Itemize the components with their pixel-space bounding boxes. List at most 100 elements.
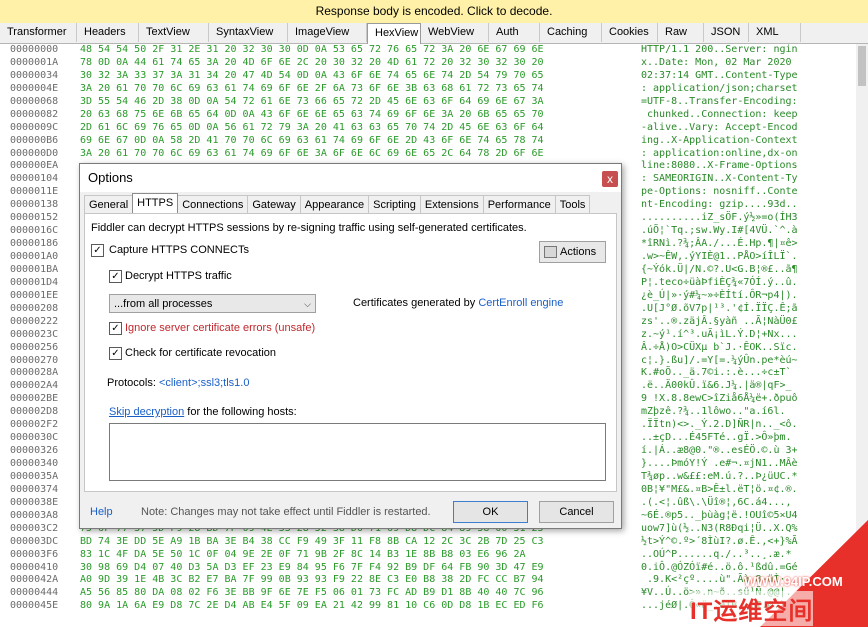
hex-ascii[interactable]: c¦.}.ßu]/.=Y[=.¼ýÛn.pe*èú~ — [641, 355, 798, 368]
hex-ascii[interactable]: -alive..Vary: Accept-Encod — [641, 122, 798, 135]
close-icon[interactable]: x — [602, 171, 618, 187]
tab-syntaxview[interactable]: SyntaxView — [209, 23, 288, 42]
scroll-thumb[interactable] — [858, 46, 866, 86]
hex-ascii[interactable]: : application:online,dx-on — [641, 148, 798, 161]
hex-ascii[interactable]: : application/json;charset — [641, 83, 798, 96]
hex-ascii[interactable]: ing..X-Application-Context — [641, 135, 798, 148]
hex-ascii[interactable]: í.|Á..æ8@0."®..esÉÖ.©.ù 3+ — [641, 445, 798, 458]
hex-ascii[interactable]: ¿è_Ú|»·ý#¼~»÷ÈÍtí.ÔR¬p4|). — [641, 290, 798, 303]
check-revocation-checkbox[interactable]: ✓ — [109, 347, 122, 360]
tab-textview[interactable]: TextView — [139, 23, 209, 42]
ok-button[interactable]: OK — [453, 501, 528, 523]
hex-row[interactable]: 00000034 30 32 3A 33 37 3A 31 34 20 47 4D… — [0, 70, 856, 83]
hex-row[interactable]: 000000B6 69 6E 67 0D 0A 58 2D 41 70 70 6C… — [0, 135, 856, 148]
hex-row[interactable]: 0000042A A0 9D 39 1E 4B 3C B2 E7 BA 7F 99… — [0, 574, 856, 587]
hex-row[interactable]: 0000009C 2D 61 6C 69 76 65 0D 0A 56 61 72… — [0, 122, 856, 135]
hex-ascii[interactable]: z.~ý¹.í^³.uÃ¡ìL.Ý.D¦+Nx... — [641, 329, 798, 342]
hex-row[interactable]: 00000068 3D 55 54 46 2D 38 0D 0A 54 72 61… — [0, 96, 856, 109]
hex-ascii[interactable]: *îRNì.?¾;ÂA./...É.Hp.¶|¤ê> — [641, 238, 798, 251]
tab-xml[interactable]: XML — [749, 23, 801, 42]
hex-bytes[interactable]: A0 9D 39 1E 4B 3C B2 E7 BA 7F 99 0B 93 9… — [80, 574, 544, 587]
tab-headers[interactable]: Headers — [77, 23, 139, 42]
hex-ascii[interactable]: .úÕ¦`Tq.;sw.Wy.I#[4VÜ.`^.à — [641, 225, 798, 238]
hex-row[interactable]: 0000004E 3A 20 61 70 70 6C 69 63 61 74 69… — [0, 83, 856, 96]
hex-ascii[interactable]: 02:37:14 GMT..Content-Type — [641, 70, 798, 83]
hex-ascii[interactable]: =UTF-8..Transfer-Encoding: — [641, 96, 798, 109]
hex-bytes[interactable]: 48 54 54 50 2F 31 2E 31 20 32 30 30 0D 0… — [80, 44, 544, 57]
hex-ascii[interactable]: ..........iZ_sÖF.ý½»=o(ÍH3 — [641, 212, 798, 225]
tab-imageview[interactable]: ImageView — [288, 23, 367, 42]
ignore-cert-errors-label[interactable]: Ignore server certificate errors (unsafe… — [125, 322, 315, 334]
hex-row[interactable]: 00000000 48 54 54 50 2F 31 2E 31 20 32 30… — [0, 44, 856, 57]
hex-ascii[interactable]: pe-Options: nosniff..Conte — [641, 186, 798, 199]
hex-ascii[interactable]: ..±çD...É45FTé..gÏ.>Ô»þm. — [641, 432, 792, 445]
dialog-titlebar[interactable]: Options x — [80, 164, 621, 192]
hex-ascii[interactable]: Â.÷Å)O>CÜXµ b`J.·ÊOK..Sïc. — [641, 342, 798, 355]
hex-ascii[interactable]: .U[J°Ø.õV7p|¹³.'¢Í.ÏÏÇ.Ê;ã — [641, 303, 798, 316]
options-tab-general[interactable]: General — [84, 195, 134, 213]
hex-row[interactable]: 0000001A 78 0D 0A 44 61 74 65 3A 20 4D 6F… — [0, 57, 856, 70]
process-filter-select[interactable]: ...from all processes ⌵ — [109, 294, 316, 313]
capture-connects-checkbox[interactable]: ✓ — [91, 244, 104, 257]
hex-row[interactable]: 00000082 20 63 68 75 6E 6B 65 64 0D 0A 43… — [0, 109, 856, 122]
options-tab-gateway[interactable]: Gateway — [247, 195, 301, 213]
hex-bytes[interactable]: 3D 55 54 46 2D 38 0D 0A 54 72 61 6E 73 6… — [80, 96, 544, 109]
actions-button[interactable]: Actions — [539, 241, 606, 263]
hex-ascii[interactable]: .(.<¦.ûß\.\Üî®¦,6C.á4..., — [641, 497, 792, 510]
ignore-cert-errors-checkbox[interactable]: ✓ — [109, 322, 122, 335]
options-tab-https[interactable]: HTTPS — [132, 193, 179, 213]
hex-ascii[interactable]: T¾øp..w&££:eM.ú.?..Þ¿üUC.* — [641, 471, 798, 484]
hex-row[interactable]: 00000410 30 98 69 D4 07 40 D3 5A D3 EF 23… — [0, 562, 856, 575]
hex-ascii[interactable]: 9 !X.8.8ewC>îZiå6Å¼ë+.ðpuô — [641, 393, 798, 406]
hex-bytes[interactable]: 69 6E 67 0D 0A 58 2D 41 70 70 6C 69 63 6… — [80, 135, 544, 148]
hex-bytes[interactable]: 30 98 69 D4 07 40 D3 5A D3 EF 23 E9 84 9… — [80, 562, 544, 575]
tab-hexview[interactable]: HexView — [367, 23, 421, 44]
tab-caching[interactable]: Caching — [540, 23, 602, 42]
capture-connects-label[interactable]: Capture HTTPS CONNECTs — [109, 244, 249, 256]
options-tab-connections[interactable]: Connections — [177, 195, 249, 213]
hex-ascii[interactable]: mZþzê.?¾..1lôwo.."a.í6l. — [641, 406, 786, 419]
hex-ascii[interactable]: {~Ýók.Ü|/N.©?.U<G.B¦®£..ã¶ — [641, 264, 798, 277]
hex-row[interactable]: 000003F6 83 1C 4F DA 5E 50 1C 0F 04 9E 2E… — [0, 549, 856, 562]
hex-ascii[interactable]: nt-Encoding: gzip....93d.. — [641, 199, 798, 212]
hex-ascii[interactable]: : SAMEORIGIN..X-Content-Ty — [641, 173, 798, 186]
hex-ascii[interactable]: .ÏÏtn)<>._Ý.2.D]ÑR|n.._<ô. — [641, 419, 798, 432]
options-tab-appearance[interactable]: Appearance — [299, 195, 370, 213]
skip-hosts-textarea[interactable] — [109, 423, 606, 481]
help-link[interactable]: Help — [90, 506, 113, 518]
cancel-button[interactable]: Cancel — [539, 501, 614, 523]
hex-ascii[interactable]: 0B¦¥"M£&.¤B>Ê±l.ëT¦ö.¤¢.®. — [641, 484, 798, 497]
hex-bytes[interactable]: 78 0D 0A 44 61 74 65 3A 20 4D 6F 6E 2C 2… — [80, 57, 544, 70]
hex-ascii[interactable]: line:8080..X-Frame-Options — [641, 160, 798, 173]
options-tab-extensions[interactable]: Extensions — [419, 195, 484, 213]
tab-raw[interactable]: Raw — [658, 23, 704, 42]
hex-ascii[interactable]: K.#oÕ.._ä.7©i.:.è...÷c±T` — [641, 367, 792, 380]
tab-json[interactable]: JSON — [704, 23, 749, 42]
hex-bytes[interactable]: 80 9A 1A 6A E9 D8 7C 2E D4 AB E4 5F 09 E… — [80, 600, 544, 613]
options-tab-scripting[interactable]: Scripting — [368, 195, 421, 213]
hex-bytes[interactable]: A5 56 85 80 DA 08 02 F6 3E BB 9F 6E 7E F… — [80, 587, 544, 600]
hex-ascii[interactable]: P¦.teco÷üàÞfiÈÇ¾«7ÓÍ.ý..û. — [641, 277, 798, 290]
hex-bytes[interactable]: 3A 20 61 70 70 6C 69 63 61 74 69 6F 6E 2… — [80, 83, 544, 96]
hex-bytes[interactable]: 83 1C 4F DA 5E 50 1C 0F 04 9E 2E 0F 71 9… — [80, 549, 526, 562]
hex-bytes[interactable]: BD 74 3E DD 5E A9 1B BA 3E B4 38 CC F9 4… — [80, 536, 544, 549]
check-revocation-label[interactable]: Check for certificate revocation — [125, 347, 276, 359]
tab-cookies[interactable]: Cookies — [602, 23, 658, 42]
hex-bytes[interactable]: 20 63 68 75 6E 6B 65 64 0D 0A 43 6F 6E 6… — [80, 109, 544, 122]
hex-ascii[interactable]: .w>~ÊW,.ýYIÈ@1..PÅO>íÎLÏ`. — [641, 251, 798, 264]
hex-ascii[interactable]: zs'..®.zäjÂ.§yàñ ..Ã¦NàÜ0£ — [641, 316, 798, 329]
tab-transformer[interactable]: Transformer — [0, 23, 77, 42]
decode-banner[interactable]: Response body is encoded. Click to decod… — [0, 0, 868, 24]
decrypt-https-label[interactable]: Decrypt HTTPS traffic — [125, 270, 232, 282]
options-tab-performance[interactable]: Performance — [482, 195, 556, 213]
hex-ascii[interactable]: }....ÞmóY!Ý .e#¬.¤jN1..MÂè — [641, 458, 798, 471]
hex-ascii[interactable]: HTTP/1.1 200..Server: ngin — [641, 44, 798, 57]
hex-ascii[interactable]: x..Date: Mon, 02 Mar 2020 — [641, 57, 798, 70]
tab-webview[interactable]: WebView — [421, 23, 489, 42]
hex-ascii[interactable]: chunked..Connection: keep — [641, 109, 798, 122]
hex-ascii[interactable]: .ë..Ä00kÛ.ï&6.J¼.|ä®|qF>_ — [641, 380, 792, 393]
protocols-link[interactable]: <client>;ssl3;tls1.0 — [159, 377, 250, 389]
hex-bytes[interactable]: 30 32 3A 33 37 3A 31 34 20 47 4D 54 0D 0… — [80, 70, 544, 83]
hex-row[interactable]: 000000D0 3A 20 61 70 70 6C 69 63 61 74 69… — [0, 148, 856, 161]
options-tab-tools[interactable]: Tools — [554, 195, 591, 213]
